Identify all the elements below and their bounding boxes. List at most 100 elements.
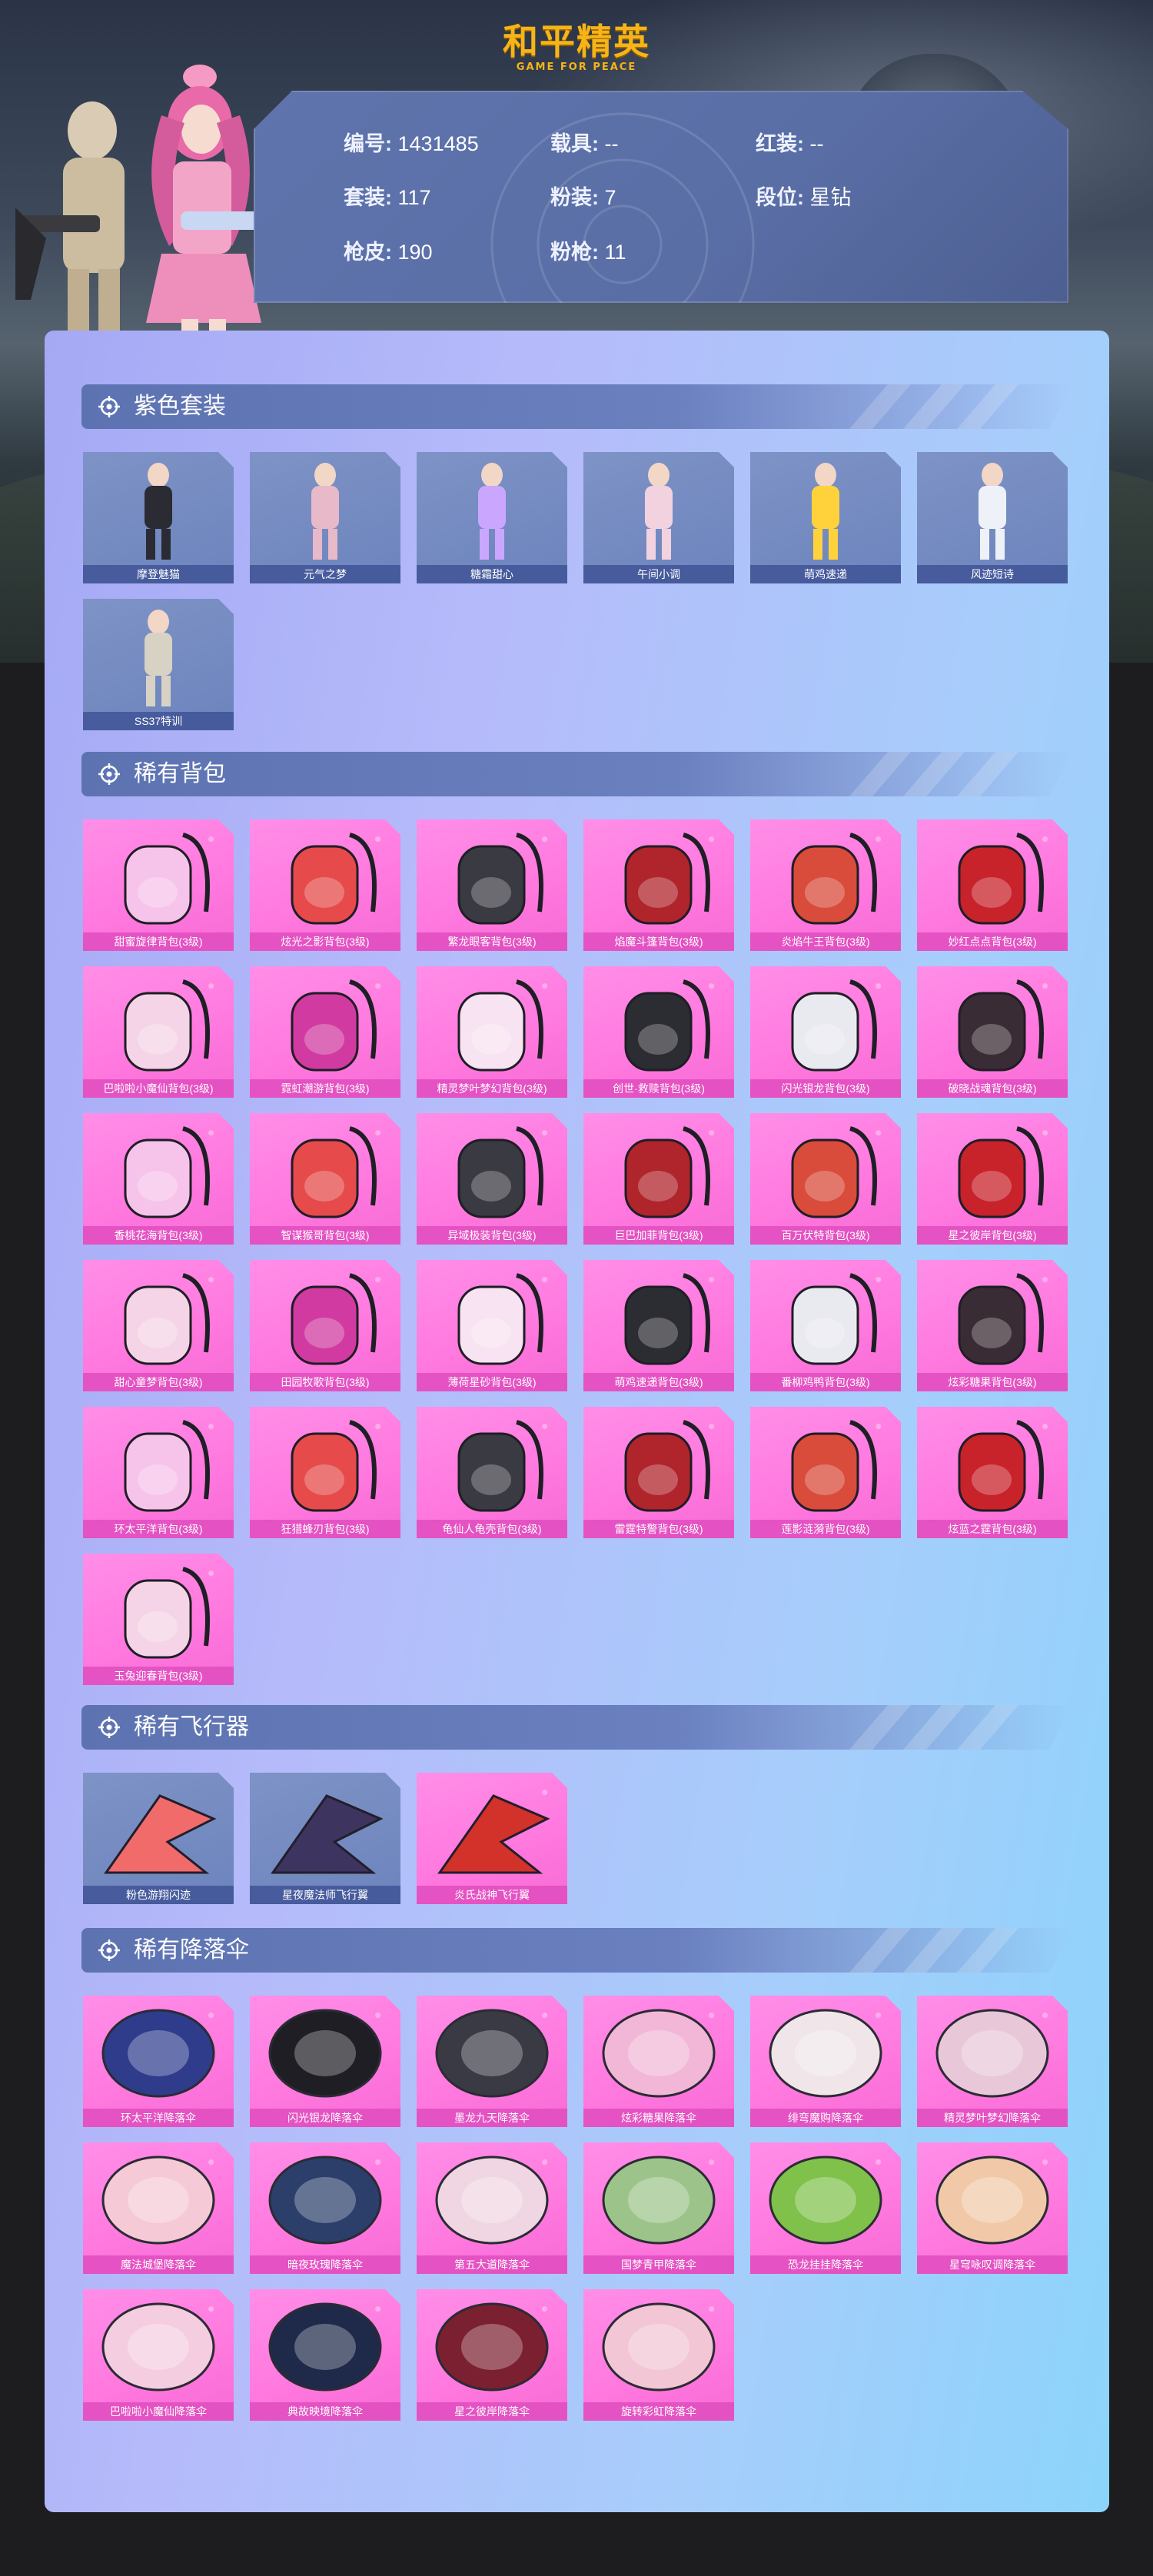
item-card[interactable]: 巨巴加菲背包(3级) xyxy=(583,1113,734,1245)
item-name: 星之彼岸背包(3级) xyxy=(917,1226,1068,1245)
item-card[interactable]: 智谋猴哥背包(3级) xyxy=(250,1113,400,1245)
stripes-decoration xyxy=(819,384,1049,429)
item-name: 摩登魅猫 xyxy=(83,565,234,583)
item-card[interactable]: 炎焰牛王背包(3级) xyxy=(750,819,901,951)
item-card[interactable]: 绯弯魔购降落伞 xyxy=(750,1996,901,2127)
item-card[interactable]: 狂猎蜂刃背包(3级) xyxy=(250,1407,400,1538)
item-card[interactable]: 炫彩糖果降落伞 xyxy=(583,1996,734,2127)
item-card[interactable]: 糖霜甜心 xyxy=(417,452,567,583)
backpack-icon xyxy=(624,1126,710,1218)
item-card[interactable]: 玉兔迎春背包(3级) xyxy=(83,1554,234,1685)
outfit-grid: 摩登魅猫 元气之梦 糖霜甜心 午间小调 萌鸡速递 风迹短诗 SS37特训 xyxy=(83,452,1082,730)
item-card[interactable]: 田园牧歌背包(3级) xyxy=(250,1260,400,1391)
item-name: 萌鸡速递 xyxy=(750,565,901,583)
item-card[interactable]: 精灵梦叶梦幻背包(3级) xyxy=(417,966,567,1098)
parachute-icon xyxy=(435,2156,549,2245)
item-card[interactable]: 墨龙九天降落伞 xyxy=(417,1996,567,2127)
item-name: 智谋猴哥背包(3级) xyxy=(250,1226,400,1245)
item-card[interactable]: 炫蓝之霆背包(3级) xyxy=(917,1407,1068,1538)
item-card[interactable]: 国梦青甲降落伞 xyxy=(583,2142,734,2274)
item-card[interactable]: 星之彼岸降落伞 xyxy=(417,2289,567,2421)
item-card[interactable]: 番柳鸡鸭背包(3级) xyxy=(750,1260,901,1391)
backpack-icon xyxy=(624,833,710,925)
item-card[interactable]: 甜心童梦背包(3级) xyxy=(83,1260,234,1391)
item-card[interactable]: 摩登魅猫 xyxy=(83,452,234,583)
item-name: 炎氏战神飞行翼 xyxy=(417,1886,567,1904)
backpack-icon xyxy=(958,1420,1044,1512)
item-card[interactable]: 炫光之影背包(3级) xyxy=(250,819,400,951)
game-logo: 和平精英 GAME FOR PEACE xyxy=(484,22,669,75)
item-card[interactable]: 百万伏特背包(3级) xyxy=(750,1113,901,1245)
item-card[interactable]: 巴啦啦小魔仙降落伞 xyxy=(83,2289,234,2421)
item-name: 魔法城堡降落伞 xyxy=(83,2255,234,2274)
section-title: 稀有飞行器 xyxy=(134,1714,249,1740)
item-card[interactable]: 星之彼岸背包(3级) xyxy=(917,1113,1068,1245)
item-card[interactable]: 萌鸡速递 xyxy=(750,452,901,583)
item-card[interactable]: 香桃花海背包(3级) xyxy=(83,1113,234,1245)
stat-red-outfit: 红装: -- xyxy=(756,132,824,155)
section-title: 稀有背包 xyxy=(134,761,226,786)
stripes-decoration xyxy=(819,752,1049,796)
item-card[interactable]: 繁龙眼客背包(3级) xyxy=(417,819,567,951)
backpack-icon xyxy=(291,1420,377,1512)
item-card[interactable]: 恐龙挂挂降落伞 xyxy=(750,2142,901,2274)
backpack-icon xyxy=(457,979,543,1072)
item-card[interactable]: 妙红点点背包(3级) xyxy=(917,819,1068,951)
item-name: 炫光之影背包(3级) xyxy=(250,932,400,951)
item-card[interactable]: 元气之梦 xyxy=(250,452,400,583)
item-card[interactable]: 星夜魔法师飞行翼 xyxy=(250,1773,400,1904)
item-card[interactable]: 典故映境降落伞 xyxy=(250,2289,400,2421)
item-card[interactable]: 甜蜜旋律背包(3级) xyxy=(83,819,234,951)
backpack-icon xyxy=(791,833,877,925)
item-card[interactable]: 精灵梦叶梦幻降落伞 xyxy=(917,1996,1068,2127)
item-card[interactable]: 巴啦啦小魔仙背包(3级) xyxy=(83,966,234,1098)
item-card[interactable]: 第五大道降落伞 xyxy=(417,2142,567,2274)
item-card[interactable]: 薄荷星砂背包(3级) xyxy=(417,1260,567,1391)
item-card[interactable]: SS37特训 xyxy=(83,599,234,730)
item-card[interactable]: 龟仙人龟壳背包(3级) xyxy=(417,1407,567,1538)
item-name: 百万伏特背包(3级) xyxy=(750,1226,901,1245)
item-name: 墨龙九天降落伞 xyxy=(417,2109,567,2127)
item-card[interactable]: 萌鸡速递背包(3级) xyxy=(583,1260,734,1391)
item-card[interactable]: 炫彩糖果背包(3级) xyxy=(917,1260,1068,1391)
item-card[interactable]: 魔法城堡降落伞 xyxy=(83,2142,234,2274)
item-name: 破晓战魂背包(3级) xyxy=(917,1079,1068,1098)
inventory-panel: 紫色套装 摩登魅猫 元气之梦 糖霜甜心 午间小调 萌鸡速递 风迹短诗 SS37特… xyxy=(45,331,1109,2512)
outfit-icon xyxy=(812,463,839,560)
item-card[interactable]: 闪光银龙降落伞 xyxy=(250,1996,400,2127)
item-card[interactable]: 旋转彩虹降落伞 xyxy=(583,2289,734,2421)
item-name: 创世·救赎背包(3级) xyxy=(583,1079,734,1098)
parachute-icon xyxy=(101,2009,215,2098)
item-card[interactable]: 炎氏战神飞行翼 xyxy=(417,1773,567,1904)
backpack-icon xyxy=(958,979,1044,1072)
item-card[interactable]: 环太平洋降落伞 xyxy=(83,1996,234,2127)
item-card[interactable]: 创世·救赎背包(3级) xyxy=(583,966,734,1098)
item-card[interactable]: 午间小调 xyxy=(583,452,734,583)
item-card[interactable]: 暗夜玫瑰降落伞 xyxy=(250,2142,400,2274)
parachute-grid: 环太平洋降落伞 闪光银龙降落伞 墨龙九天降落伞 炫彩糖果降落伞 绯弯魔购降落伞 … xyxy=(83,1996,1082,2421)
stat-id: 编号: 1431485 xyxy=(344,132,479,155)
item-card[interactable]: 霓虹潮游背包(3级) xyxy=(250,966,400,1098)
item-card[interactable]: 粉色游翔闪迹 xyxy=(83,1773,234,1904)
item-card[interactable]: 雷霆特警背包(3级) xyxy=(583,1407,734,1538)
item-card[interactable]: 破晓战魂背包(3级) xyxy=(917,966,1068,1098)
item-name: 甜蜜旋律背包(3级) xyxy=(83,932,234,951)
item-card[interactable]: 环太平洋背包(3级) xyxy=(83,1407,234,1538)
item-name: 焰魔斗篷背包(3级) xyxy=(583,932,734,951)
item-name: 星穹咏叹调降落伞 xyxy=(917,2255,1068,2274)
item-card[interactable]: 星穹咏叹调降落伞 xyxy=(917,2142,1068,2274)
item-card[interactable]: 闪光银龙背包(3级) xyxy=(750,966,901,1098)
item-name: 精灵梦叶梦幻背包(3级) xyxy=(417,1079,567,1098)
item-name: 薄荷星砂背包(3级) xyxy=(417,1373,567,1391)
crosshair-icon xyxy=(98,1717,120,1738)
backpack-icon xyxy=(124,1273,210,1365)
item-name: 炫蓝之霆背包(3级) xyxy=(917,1520,1068,1538)
item-card[interactable]: 焰魔斗篷背包(3级) xyxy=(583,819,734,951)
item-card[interactable]: 莲影涟漪背包(3级) xyxy=(750,1407,901,1538)
backpack-icon xyxy=(124,979,210,1072)
stat-pink-guns: 粉枪: 11 xyxy=(550,241,626,264)
item-card[interactable]: 异域极装背包(3级) xyxy=(417,1113,567,1245)
item-name: 甜心童梦背包(3级) xyxy=(83,1373,234,1391)
item-card[interactable]: 风迹短诗 xyxy=(917,452,1068,583)
item-name: 番柳鸡鸭背包(3级) xyxy=(750,1373,901,1391)
